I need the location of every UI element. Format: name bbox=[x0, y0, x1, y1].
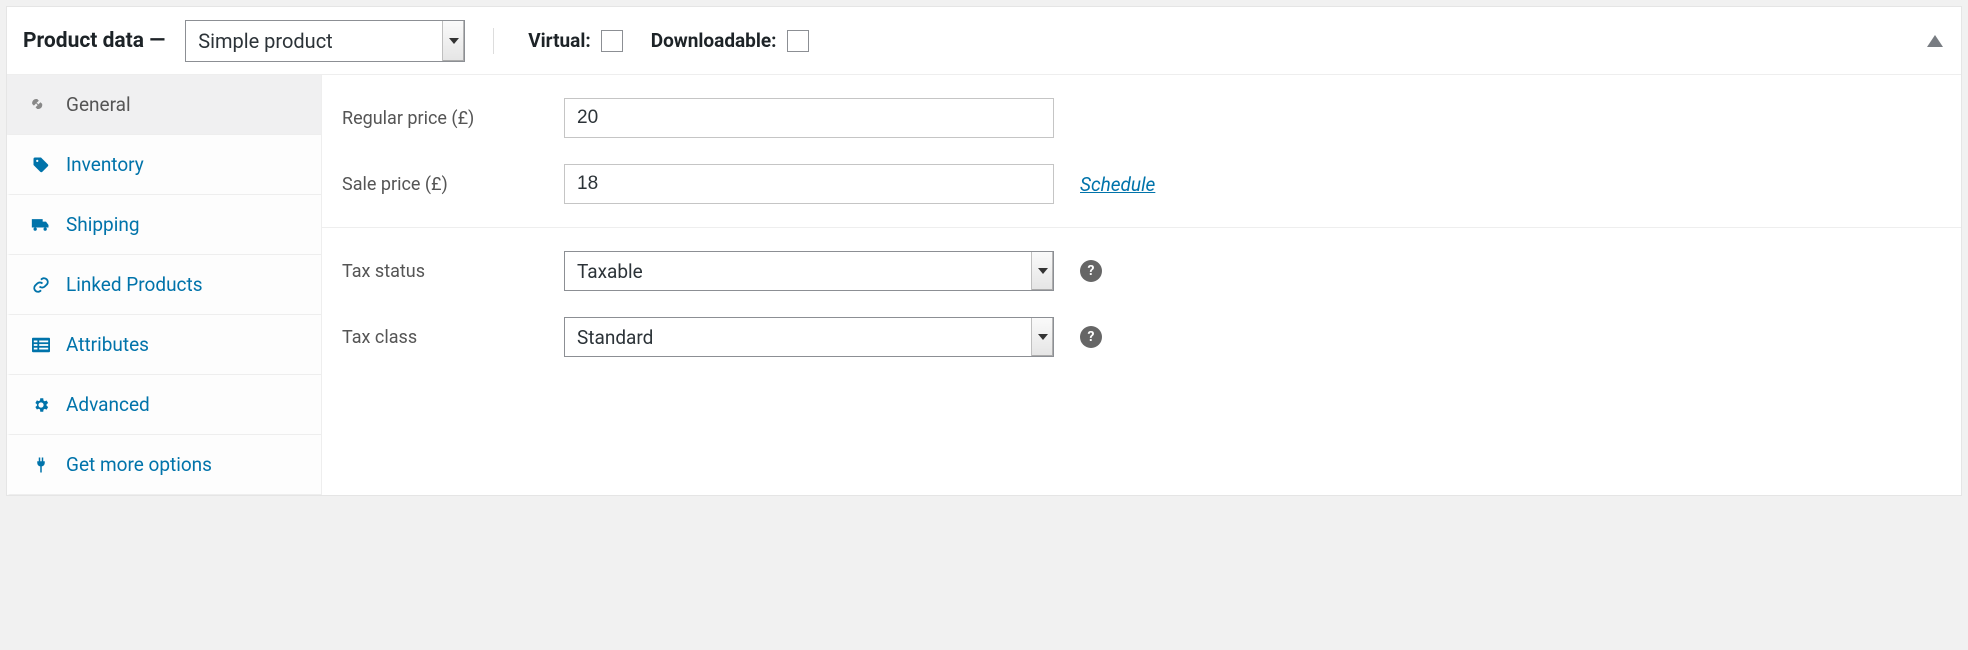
schedule-link[interactable]: Schedule bbox=[1080, 173, 1155, 196]
virtual-label: Virtual: bbox=[528, 29, 590, 52]
panel-body: General Inventory Shipping Linked Produc… bbox=[7, 75, 1961, 495]
product-type-select[interactable]: Simple product bbox=[185, 20, 465, 62]
chevron-down-icon bbox=[1038, 334, 1048, 340]
help-icon[interactable]: ? bbox=[1080, 260, 1102, 282]
panel-title: Product data — bbox=[23, 29, 165, 53]
tab-label: Attributes bbox=[66, 333, 149, 356]
tab-attributes[interactable]: Attributes bbox=[7, 315, 321, 375]
chevron-down-icon bbox=[1038, 268, 1048, 274]
tab-label: Inventory bbox=[66, 153, 144, 176]
wrench-icon bbox=[30, 96, 52, 114]
tab-label: Get more options bbox=[66, 453, 212, 476]
list-icon bbox=[30, 337, 52, 353]
downloadable-label: Downloadable: bbox=[651, 29, 777, 52]
tab-get-more-options[interactable]: Get more options bbox=[7, 435, 321, 495]
tax-status-row: Tax status Taxable ? bbox=[342, 238, 1941, 304]
downloadable-option: Downloadable: bbox=[651, 29, 809, 52]
regular-price-label: Regular price (£) bbox=[342, 108, 542, 129]
sale-price-input[interactable] bbox=[564, 164, 1054, 204]
tab-advanced[interactable]: Advanced bbox=[7, 375, 321, 435]
sale-price-row: Sale price (£) Schedule bbox=[342, 151, 1941, 217]
link-icon bbox=[30, 276, 52, 294]
tab-linked-products[interactable]: Linked Products bbox=[7, 255, 321, 315]
tax-class-row: Tax class Standard ? bbox=[342, 304, 1941, 370]
tab-label: Shipping bbox=[66, 213, 140, 236]
tab-label: Linked Products bbox=[66, 273, 203, 296]
tab-shipping[interactable]: Shipping bbox=[7, 195, 321, 255]
tax-class-select[interactable]: Standard bbox=[564, 317, 1054, 357]
tab-general[interactable]: General bbox=[7, 75, 321, 135]
tax-status-select[interactable]: Taxable bbox=[564, 251, 1054, 291]
divider bbox=[493, 28, 494, 54]
gear-icon bbox=[30, 396, 52, 414]
truck-icon bbox=[30, 217, 52, 233]
product-type-value: Simple product bbox=[186, 29, 442, 53]
regular-price-row: Regular price (£) bbox=[342, 85, 1941, 151]
dropdown-button[interactable] bbox=[1031, 318, 1053, 356]
help-icon[interactable]: ? bbox=[1080, 326, 1102, 348]
tax-status-label: Tax status bbox=[342, 261, 542, 282]
regular-price-input[interactable] bbox=[564, 98, 1054, 138]
tab-label: Advanced bbox=[66, 393, 150, 416]
downloadable-checkbox[interactable] bbox=[787, 30, 809, 52]
tab-inventory[interactable]: Inventory bbox=[7, 135, 321, 195]
product-data-panel: Product data — Simple product Virtual: D… bbox=[6, 6, 1962, 496]
content-area: Regular price (£) Sale price (£) Schedul… bbox=[322, 75, 1961, 495]
tag-icon bbox=[30, 156, 52, 174]
dropdown-button[interactable] bbox=[442, 21, 464, 61]
plug-icon bbox=[30, 456, 52, 474]
virtual-checkbox[interactable] bbox=[601, 30, 623, 52]
dropdown-button[interactable] bbox=[1031, 252, 1053, 290]
tab-label: General bbox=[66, 93, 131, 116]
virtual-option: Virtual: bbox=[528, 29, 622, 52]
tax-status-value: Taxable bbox=[565, 260, 1031, 283]
panel-header: Product data — Simple product Virtual: D… bbox=[7, 7, 1961, 75]
sale-price-label: Sale price (£) bbox=[342, 174, 542, 195]
pricing-section: Regular price (£) Sale price (£) Schedul… bbox=[322, 75, 1961, 227]
tax-section: Tax status Taxable ? Tax class Standard … bbox=[322, 227, 1961, 380]
sidebar: General Inventory Shipping Linked Produc… bbox=[7, 75, 322, 495]
chevron-down-icon bbox=[449, 38, 459, 44]
collapse-toggle-icon[interactable] bbox=[1927, 35, 1943, 47]
tax-class-label: Tax class bbox=[342, 327, 542, 348]
tax-class-value: Standard bbox=[565, 326, 1031, 349]
